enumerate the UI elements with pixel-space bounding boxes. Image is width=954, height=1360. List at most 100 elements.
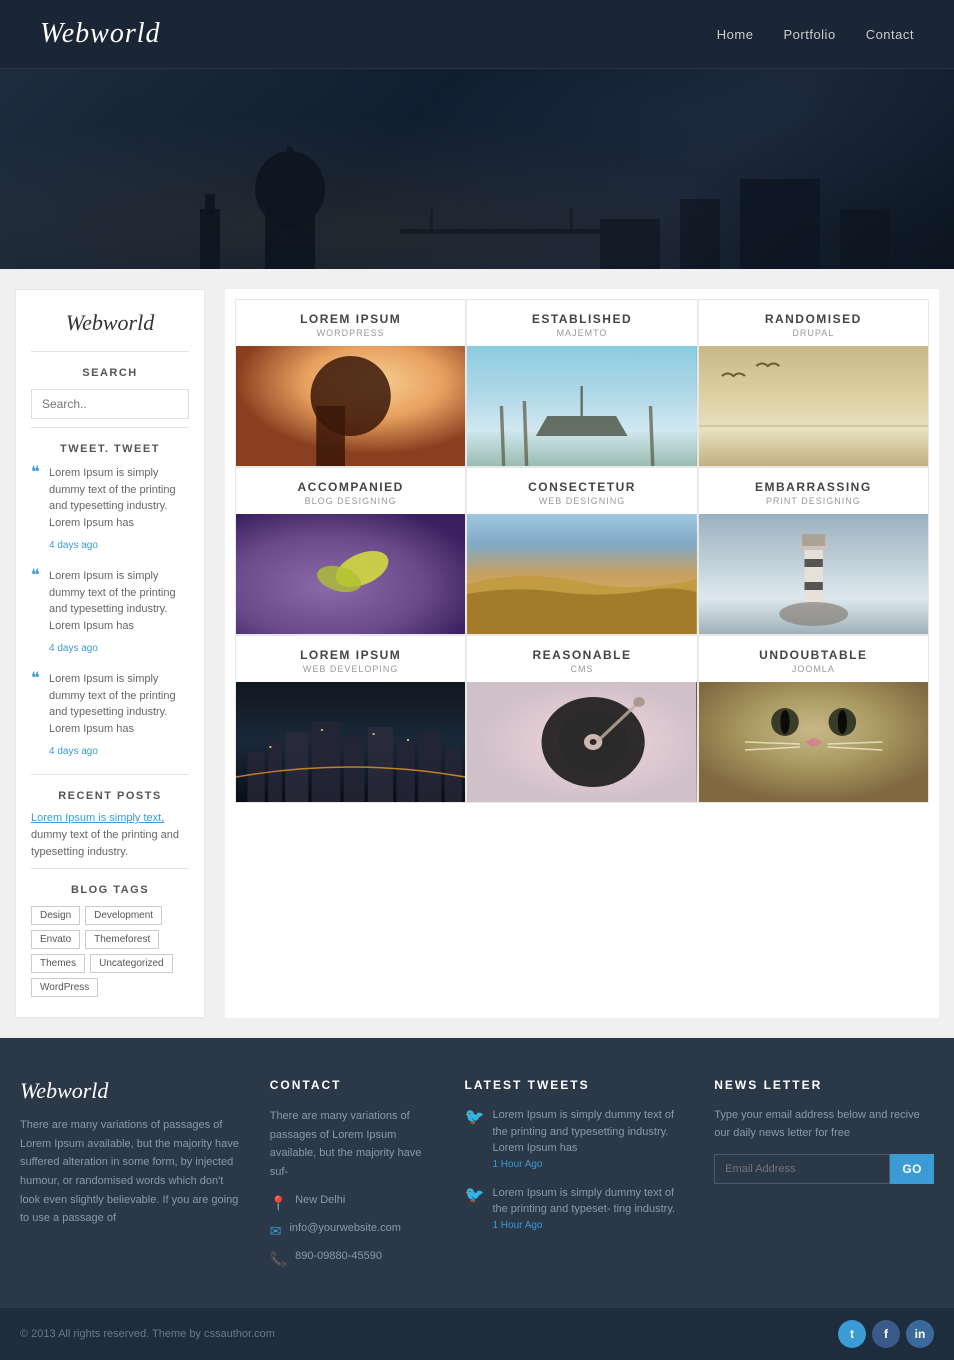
- newsletter-submit-button[interactable]: GO: [890, 1154, 934, 1184]
- footer-tweet-text-1: Lorem Ipsum is simply dummy text of the …: [492, 1107, 684, 1157]
- footer-address: 📍 New Delhi: [270, 1194, 435, 1212]
- portfolio-subtitle-4: WEB DESIGNING: [475, 496, 688, 506]
- portfolio-image-0: [236, 346, 465, 466]
- footer-contact-desc: There are many variations of passages of…: [270, 1107, 435, 1182]
- sidebar-recent-title: RECENT POSTS: [31, 790, 189, 802]
- tweet-time-3[interactable]: 4 days ago: [49, 746, 98, 757]
- portfolio-subtitle-3: BLOG DESIGNING: [244, 496, 457, 506]
- sidebar: Webworld SEARCH TWEET. TWEET ❝ Lorem Ips…: [15, 289, 205, 1018]
- tag-uncategorized[interactable]: Uncategorized: [90, 954, 172, 973]
- portfolio-image-6: [236, 682, 465, 802]
- portfolio-image-1: [467, 346, 696, 466]
- header-nav: Home Portfolio Contact: [717, 27, 914, 42]
- portfolio-header-7: REASONABLE CMS: [467, 636, 696, 682]
- main-content: LOREM IPSUM WORDPRESS: [225, 289, 939, 1018]
- portfolio-subtitle-2: DRUPAL: [707, 328, 920, 338]
- footer-tweet-1: 🐦 Lorem Ipsum is simply dummy text of th…: [465, 1107, 685, 1170]
- portfolio-subtitle-8: JOOMLA: [707, 664, 920, 674]
- tweet-item-1: ❝ Lorem Ipsum is simply dummy text of th…: [31, 465, 189, 553]
- portfolio-title-7: REASONABLE: [475, 648, 688, 662]
- portfolio-item-7[interactable]: REASONABLE CMS: [466, 635, 697, 803]
- portfolio-header-5: EMBARRASSING PRINT DESIGNING: [699, 468, 928, 514]
- portfolio-image-5: [699, 514, 928, 634]
- tweet-quote-icon-2: ❝: [31, 568, 40, 584]
- footer-tweet-2: 🐦 Lorem Ipsum is simply dummy text of th…: [465, 1185, 685, 1231]
- tweet-item-2: ❝ Lorem Ipsum is simply dummy text of th…: [31, 568, 189, 656]
- social-twitter-button[interactable]: t: [838, 1320, 866, 1348]
- tag-wordpress[interactable]: WordPress: [31, 978, 98, 997]
- tag-design[interactable]: Design: [31, 906, 80, 925]
- newsletter-form: GO: [714, 1154, 934, 1184]
- footer-desc: There are many variations of passages of…: [20, 1116, 240, 1228]
- email-icon: ✉: [270, 1223, 282, 1240]
- sidebar-tweets-title: TWEET. TWEET: [31, 443, 189, 455]
- portfolio-item-6[interactable]: LOREM IPSUM WEB DEVELOPING: [235, 635, 466, 803]
- tweet-quote-icon-1: ❝: [31, 465, 40, 481]
- portfolio-subtitle-7: CMS: [475, 664, 688, 674]
- footer-tweets-title: LATEST TWEETS: [465, 1078, 685, 1092]
- nav-portfolio[interactable]: Portfolio: [783, 27, 835, 42]
- portfolio-title-5: EMBARRASSING: [707, 480, 920, 494]
- footer-content: Webworld There are many variations of pa…: [0, 1078, 954, 1308]
- portfolio-item-8[interactable]: UNDOUBTABLE JOOMLA: [698, 635, 929, 803]
- hero-banner: [0, 69, 954, 269]
- portfolio-header-6: LOREM IPSUM WEB DEVELOPING: [236, 636, 465, 682]
- footer-copyright: © 2013 All rights reserved. Theme by css…: [20, 1328, 275, 1340]
- portfolio-title-6: LOREM IPSUM: [244, 648, 457, 662]
- tweet-text-1: Lorem Ipsum is simply dummy text of the …: [49, 465, 189, 531]
- social-icons: t f in: [838, 1320, 934, 1348]
- nav-home[interactable]: Home: [717, 27, 754, 42]
- social-facebook-button[interactable]: f: [872, 1320, 900, 1348]
- footer-phone-text: 890-09880-45590: [295, 1250, 382, 1262]
- portfolio-subtitle-0: WORDPRESS: [244, 328, 457, 338]
- portfolio-item-4[interactable]: CONSECTETUR WEB DESIGNING: [466, 467, 697, 635]
- tag-themes[interactable]: Themes: [31, 954, 85, 973]
- content-wrapper: Webworld SEARCH TWEET. TWEET ❝ Lorem Ips…: [0, 269, 954, 1038]
- portfolio-item-0[interactable]: LOREM IPSUM WORDPRESS: [235, 299, 466, 467]
- footer-newsletter-title: NEWS LETTER: [714, 1078, 934, 1092]
- recent-post-text: dummy text of the printing and typesetti…: [31, 827, 189, 860]
- tags-container: Design Development Envato Themeforest Th…: [31, 906, 189, 997]
- tag-envato[interactable]: Envato: [31, 930, 80, 949]
- footer-newsletter: NEWS LETTER Type your email address belo…: [714, 1078, 934, 1278]
- footer-tweet-time-2[interactable]: 1 Hour Ago: [492, 1220, 684, 1231]
- portfolio-item-1[interactable]: ESTABLISHED MAJEMTO: [466, 299, 697, 467]
- hero-buildings-svg: [0, 139, 954, 269]
- tweet-text-2: Lorem Ipsum is simply dummy text of the …: [49, 568, 189, 634]
- portfolio-item-3[interactable]: ACCOMPANIED BLOG DESIGNING: [235, 467, 466, 635]
- portfolio-header-3: ACCOMPANIED BLOG DESIGNING: [236, 468, 465, 514]
- portfolio-image-8: [699, 682, 928, 802]
- sidebar-logo: Webworld: [31, 310, 189, 336]
- portfolio-header-0: LOREM IPSUM WORDPRESS: [236, 300, 465, 346]
- portfolio-header-2: RANDOMISED DRUPAL: [699, 300, 928, 346]
- newsletter-email-input[interactable]: [714, 1154, 890, 1184]
- portfolio-header-4: CONSECTETUR WEB DESIGNING: [467, 468, 696, 514]
- portfolio-item-5[interactable]: EMBARRASSING PRINT DESIGNING: [698, 467, 929, 635]
- tweet-quote-icon-3: ❝: [31, 671, 40, 687]
- sidebar-divider-1: [31, 351, 189, 352]
- tweet-item-3: ❝ Lorem Ipsum is simply dummy text of th…: [31, 671, 189, 759]
- recent-post-link[interactable]: Lorem Ipsum is simply text,: [31, 812, 189, 824]
- portfolio-title-3: ACCOMPANIED: [244, 480, 457, 494]
- social-linkedin-button[interactable]: in: [906, 1320, 934, 1348]
- footer-email: ✉ info@yourwebsite.com: [270, 1222, 435, 1240]
- tag-development[interactable]: Development: [85, 906, 162, 925]
- footer-contact: CONTACT There are many variations of pas…: [270, 1078, 435, 1278]
- tweet-time-2[interactable]: 4 days ago: [49, 643, 98, 654]
- footer-tweet-time-1[interactable]: 1 Hour Ago: [492, 1159, 684, 1170]
- footer-email-link[interactable]: info@yourwebsite.com: [289, 1222, 400, 1234]
- twitter-icon-1: 🐦: [465, 1107, 485, 1170]
- header: Webworld Home Portfolio Contact: [0, 0, 954, 69]
- search-input[interactable]: [31, 389, 189, 419]
- sidebar-divider-2: [31, 427, 189, 428]
- nav-contact[interactable]: Contact: [866, 27, 914, 42]
- footer-phone: 📞 890-09880-45590: [270, 1250, 435, 1268]
- portfolio-image-3: [236, 514, 465, 634]
- portfolio-item-2[interactable]: RANDOMISED DRUPAL: [698, 299, 929, 467]
- portfolio-title-4: CONSECTETUR: [475, 480, 688, 494]
- portfolio-subtitle-6: WEB DEVELOPING: [244, 664, 457, 674]
- portfolio-title-8: UNDOUBTABLE: [707, 648, 920, 662]
- tweet-time-1[interactable]: 4 days ago: [49, 540, 98, 551]
- tag-themeforest[interactable]: Themeforest: [85, 930, 159, 949]
- portfolio-header-1: ESTABLISHED MAJEMTO: [467, 300, 696, 346]
